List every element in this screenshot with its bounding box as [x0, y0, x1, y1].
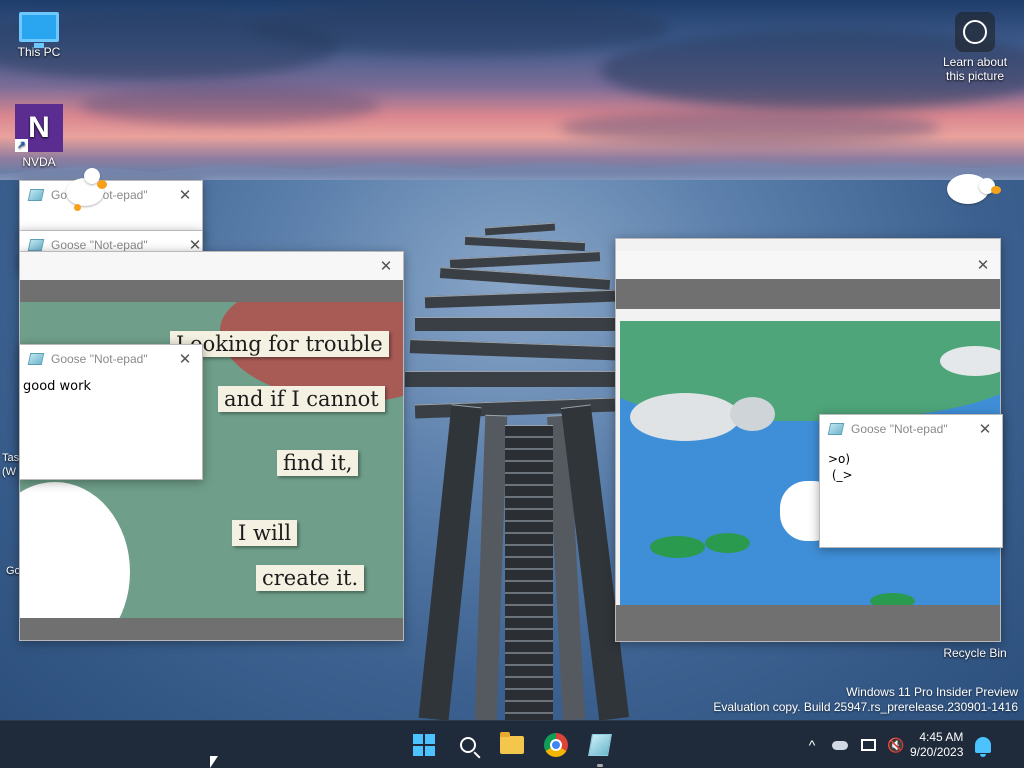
- notepad-window-goose-ascii[interactable]: Goose "Not-epad" ✕ >o) (_>: [819, 414, 1003, 548]
- camera-icon: [955, 12, 995, 52]
- close-button[interactable]: ✕: [176, 186, 194, 204]
- system-tray: ^ 🔇 4:45 AM 9/20/2023: [798, 721, 997, 768]
- notepad-text-area[interactable]: good work: [20, 373, 202, 400]
- onedrive-tray-button[interactable]: [826, 721, 854, 768]
- watermark-line-1: Windows 11 Pro Insider Preview: [846, 685, 1018, 699]
- notepad-window-good-work[interactable]: Goose "Not-epad" ✕ good work: [19, 344, 203, 480]
- volume-tray-button[interactable]: 🔇: [882, 721, 910, 768]
- folder-icon: [500, 732, 524, 754]
- meme-line-5: create it.: [256, 565, 365, 591]
- file-explorer-button[interactable]: [496, 729, 528, 761]
- chrome-button[interactable]: [540, 729, 572, 761]
- notepad-app-icon: [27, 353, 45, 365]
- chrome-icon: [544, 733, 568, 757]
- desktop-goose-left[interactable]: [62, 168, 112, 212]
- network-icon: [860, 739, 876, 751]
- window-bottom-strip: [20, 618, 403, 640]
- notifications-button[interactable]: [969, 721, 997, 768]
- close-button[interactable]: ✕: [974, 256, 992, 274]
- notepad-icon: [588, 734, 612, 756]
- taskbar: ^ 🔇 4:45 AM 9/20/2023: [0, 720, 1024, 768]
- start-button[interactable]: [408, 729, 440, 761]
- close-button[interactable]: ✕: [976, 420, 994, 438]
- title-bar[interactable]: Goose "Not-epad" ✕: [20, 345, 202, 373]
- notepad-text-area[interactable]: >o) (_>: [820, 443, 1002, 491]
- windows-logo-icon: [413, 734, 435, 756]
- shortcut-arrow-icon: ↗: [15, 139, 28, 152]
- learn-about-picture-icon[interactable]: Learn about this picture: [939, 12, 1011, 83]
- window-title: Goose "Not-epad": [51, 352, 148, 366]
- monitor-icon: [19, 12, 59, 48]
- mouse-cursor-icon: [210, 756, 218, 768]
- nvda-desktop-icon[interactable]: N ↗ NVDA: [4, 104, 74, 169]
- cloud-icon: [832, 740, 848, 750]
- window-toolbar-strip: [616, 279, 1000, 309]
- learn-about-label: Learn about this picture: [942, 55, 1008, 83]
- bell-icon: [975, 737, 992, 757]
- desktop-goose-right[interactable]: [945, 172, 1005, 216]
- meme-line-4: I will: [232, 520, 298, 546]
- volume-muted-icon: 🔇: [887, 736, 905, 753]
- watermark-line-2: Evaluation copy. Build 25947.rs_prerelea…: [713, 700, 1018, 714]
- window-bottom-strip: [616, 605, 1000, 641]
- notepad-app-icon: [27, 189, 45, 201]
- meme-line-3: find it,: [277, 450, 359, 476]
- recycle-bin-label[interactable]: Recycle Bin: [938, 646, 1012, 660]
- search-button[interactable]: [452, 729, 484, 761]
- nvda-label: NVDA: [22, 155, 56, 169]
- taskbar-clock[interactable]: 4:45 AM 9/20/2023: [910, 730, 969, 760]
- window-toolbar-strip: [20, 280, 403, 302]
- show-hidden-icons-button[interactable]: ^: [798, 721, 826, 768]
- network-tray-button[interactable]: [854, 721, 882, 768]
- title-bar[interactable]: ✕: [20, 252, 403, 280]
- running-indicator: [597, 764, 603, 767]
- windows-evaluation-watermark: Windows 11 Pro Insider Preview Evaluatio…: [713, 685, 1018, 715]
- title-bar[interactable]: Goose "Not-epad" ✕: [820, 415, 1002, 443]
- window-title: Goose "Not-epad": [51, 238, 148, 252]
- close-button[interactable]: ✕: [377, 257, 395, 275]
- goose-notepad-taskbar-button[interactable]: [584, 729, 616, 767]
- clock-date: 9/20/2023: [910, 745, 964, 759]
- clock-time: 4:45 AM: [919, 730, 964, 744]
- partial-desktop-label-tas: Tas: [2, 452, 20, 464]
- meme-line-2: and if I cannot: [218, 386, 385, 412]
- partial-desktop-label-w: (W: [2, 466, 17, 478]
- this-pc-desktop-icon[interactable]: This PC: [4, 12, 74, 59]
- window-title: Goose "Not-epad": [851, 422, 948, 436]
- notepad-app-icon: [827, 423, 845, 435]
- notepad-app-icon: [27, 239, 45, 251]
- search-icon: [460, 737, 476, 753]
- close-button[interactable]: ✕: [176, 350, 194, 368]
- chevron-up-icon: ^: [808, 737, 816, 753]
- title-bar[interactable]: ✕: [616, 251, 1000, 279]
- nvda-logo-icon: N ↗: [15, 104, 63, 152]
